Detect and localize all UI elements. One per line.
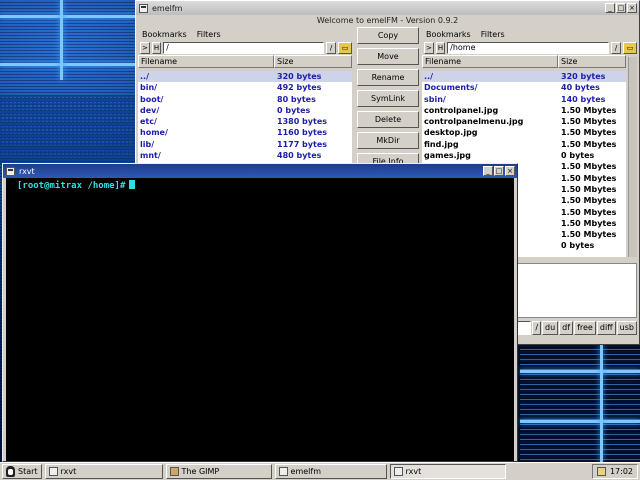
symlink-button[interactable]: SymLink [357, 90, 419, 107]
scrollbar[interactable] [628, 57, 637, 257]
window-title: emelfm [152, 3, 183, 13]
list-item[interactable]: find.jpg 1.50 Mbytes [422, 139, 626, 150]
free-button[interactable]: free [574, 321, 596, 335]
tux-icon [6, 466, 15, 477]
size-header[interactable]: Size [274, 55, 352, 68]
window-title: rxvt [19, 166, 35, 176]
task-label: rxvt [405, 467, 422, 476]
desktop-glow [0, 63, 135, 66]
bookmarks-menu[interactable]: Bookmarks [426, 30, 471, 39]
filename-header[interactable]: Filename [422, 55, 558, 68]
usb-button[interactable]: usb [616, 321, 637, 335]
path-input[interactable]: /home [447, 42, 609, 54]
desktop-glow [600, 345, 603, 462]
home-icon[interactable]: H [151, 42, 162, 54]
filters-menu[interactable]: Filters [197, 30, 221, 39]
list-item[interactable]: controlpanel.jpg 1.50 Mbytes [422, 105, 626, 116]
desktop-glow [520, 420, 640, 423]
task-label: emelfm [290, 467, 322, 476]
window-icon [278, 467, 288, 476]
list-item[interactable]: bin/492 bytes [138, 82, 352, 93]
maximize-button[interactable]: □ [616, 3, 626, 13]
size-header[interactable]: Size [558, 55, 626, 68]
window-icon [6, 166, 15, 176]
list-item[interactable]: lib/1177 bytes [138, 139, 352, 150]
delete-button[interactable]: Delete [357, 111, 419, 128]
diff-button[interactable]: diff [596, 321, 616, 335]
rxvt-window: rxvt _ □ × [root@mitrax /home]# [2, 163, 518, 462]
du-button[interactable]: du [542, 321, 559, 335]
system-tray: 17:02 [591, 464, 638, 479]
task-emelfm[interactable]: emelfm [274, 464, 387, 479]
list-item[interactable]: games.jpg 0 bytes [422, 150, 626, 161]
rxvt-titlebar[interactable]: rxvt _ □ × [3, 164, 517, 178]
gimp-icon [169, 467, 179, 476]
list-item[interactable]: mnt/480 bytes [138, 150, 352, 161]
start-button[interactable]: Start [2, 464, 42, 479]
list-item[interactable]: controlpanelmenu.jpg 1.50 Mbytes [422, 116, 626, 127]
df-button[interactable]: df [559, 321, 574, 335]
copy-button[interactable]: Copy [357, 27, 419, 44]
slash-button[interactable]: / [611, 42, 621, 54]
list-item[interactable]: home/1160 bytes [138, 127, 352, 138]
arrow-icon[interactable]: > [140, 42, 150, 54]
close-button[interactable]: × [627, 3, 637, 13]
bookmarks-menu[interactable]: Bookmarks [142, 30, 187, 39]
task-rxvt[interactable]: rxvt [44, 464, 163, 479]
window-icon [48, 467, 58, 476]
window-icon [139, 3, 148, 13]
welcome-text: Welcome to emelFM - Version 0.9.2 [316, 16, 459, 25]
desktop-pattern [520, 345, 640, 460]
desktop-glow [60, 0, 63, 80]
left-file-list: ../320 bytes bin/492 bytes boot/80 bytes… [138, 71, 352, 171]
minimize-button[interactable]: _ [483, 166, 493, 176]
desktop-pattern [0, 95, 135, 165]
close-button[interactable]: × [505, 166, 515, 176]
task-gimp[interactable]: The GIMP [165, 464, 272, 479]
mkdir-button[interactable]: MkDir [357, 132, 419, 149]
list-item[interactable]: sbin/140 bytes [422, 94, 626, 105]
rename-button[interactable]: Rename [357, 69, 419, 86]
path-input[interactable]: / [163, 42, 324, 54]
desktop-glow [0, 15, 135, 18]
shell-prompt: [root@mitrax /home]# [17, 181, 126, 191]
clock: 17:02 [609, 467, 633, 476]
task-label: The GIMP [181, 467, 220, 476]
root-button[interactable]: / [532, 321, 542, 335]
taskbar: Start rxvt The GIMP emelfm rxvt 17:02 [0, 462, 640, 480]
maximize-button[interactable]: □ [494, 166, 504, 176]
tray-icon[interactable] [596, 467, 606, 476]
task-rxvt-active[interactable]: rxvt [389, 464, 506, 479]
filters-menu[interactable]: Filters [481, 30, 505, 39]
task-label: rxvt [60, 467, 77, 476]
folder-icon[interactable]: ▭ [623, 42, 637, 54]
list-item[interactable]: ../320 bytes [138, 71, 352, 83]
desktop-glow [520, 370, 640, 373]
action-buttons: Copy Move Rename SymLink Delete MkDir Fi… [357, 27, 419, 170]
move-button[interactable]: Move [357, 48, 419, 65]
arrow-icon[interactable]: > [424, 42, 434, 54]
window-icon [393, 467, 403, 476]
home-icon[interactable]: H [435, 42, 446, 54]
emelfm-titlebar[interactable]: emelfm _ □ × [136, 1, 639, 15]
filename-header[interactable]: Filename [138, 55, 274, 68]
text-cursor [129, 180, 136, 189]
list-item[interactable]: dev/0 bytes [138, 105, 352, 116]
list-item[interactable]: etc/1380 bytes [138, 116, 352, 127]
list-item[interactable]: ../320 bytes [422, 71, 626, 83]
slash-button[interactable]: / [326, 42, 336, 54]
terminal[interactable]: [root@mitrax /home]# [6, 178, 514, 461]
minimize-button[interactable]: _ [605, 3, 615, 13]
list-item[interactable]: Documents/40 bytes [422, 82, 626, 93]
list-item[interactable]: boot/80 bytes [138, 94, 352, 105]
folder-icon[interactable]: ▭ [338, 42, 352, 54]
list-item[interactable]: desktop.jpg 1.50 Mbytes [422, 127, 626, 138]
start-label: Start [18, 467, 38, 476]
